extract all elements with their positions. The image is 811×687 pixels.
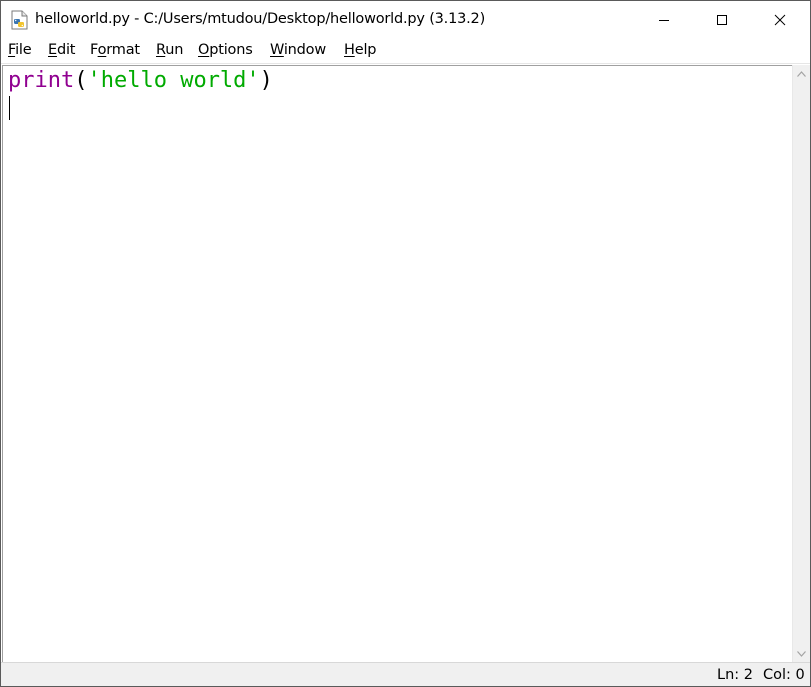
minimize-icon <box>659 20 669 21</box>
menu-window[interactable]: Window <box>270 42 326 58</box>
close-button[interactable] <box>751 1 809 39</box>
window-title: helloworld.py - C:/Users/mtudou/Desktop/… <box>35 11 486 27</box>
menu-file[interactable]: File <box>8 42 32 58</box>
code-line[interactable]: print('hello world') <box>8 67 273 95</box>
menu-help[interactable]: Help <box>344 42 376 58</box>
status-bar: Ln: 2 Col: 0 <box>1 662 810 686</box>
maximize-icon <box>717 15 727 25</box>
scroll-down-button[interactable] <box>793 645 810 662</box>
builtin-token: print <box>8 68 75 93</box>
menu-options[interactable]: Options <box>198 42 253 58</box>
python-file-icon <box>11 10 28 30</box>
column-number-status: Col: 0 <box>763 667 805 683</box>
menu-format[interactable]: Format <box>90 42 140 58</box>
idle-editor-window: helloworld.py - C:/Users/mtudou/Desktop/… <box>0 0 811 687</box>
string-token: 'hello world' <box>87 68 260 93</box>
close-icon <box>774 14 786 26</box>
line-number-status: Ln: 2 <box>717 667 753 683</box>
paren-token: ( <box>74 68 88 93</box>
minimize-button[interactable] <box>635 1 693 39</box>
code-editor[interactable]: print('hello world') <box>2 65 792 662</box>
maximize-button[interactable] <box>693 1 751 39</box>
scroll-up-button[interactable] <box>793 65 810 82</box>
title-bar[interactable]: helloworld.py - C:/Users/mtudou/Desktop/… <box>1 1 810 39</box>
menu-run[interactable]: Run <box>156 42 183 58</box>
paren-token: ) <box>259 68 273 93</box>
chevron-up-icon <box>797 70 806 77</box>
chevron-down-icon <box>797 650 806 657</box>
vertical-scrollbar[interactable] <box>792 65 810 662</box>
text-caret <box>9 96 10 120</box>
menu-bar: File Edit Format Run Options Window Help <box>1 39 810 64</box>
menu-edit[interactable]: Edit <box>48 42 76 58</box>
